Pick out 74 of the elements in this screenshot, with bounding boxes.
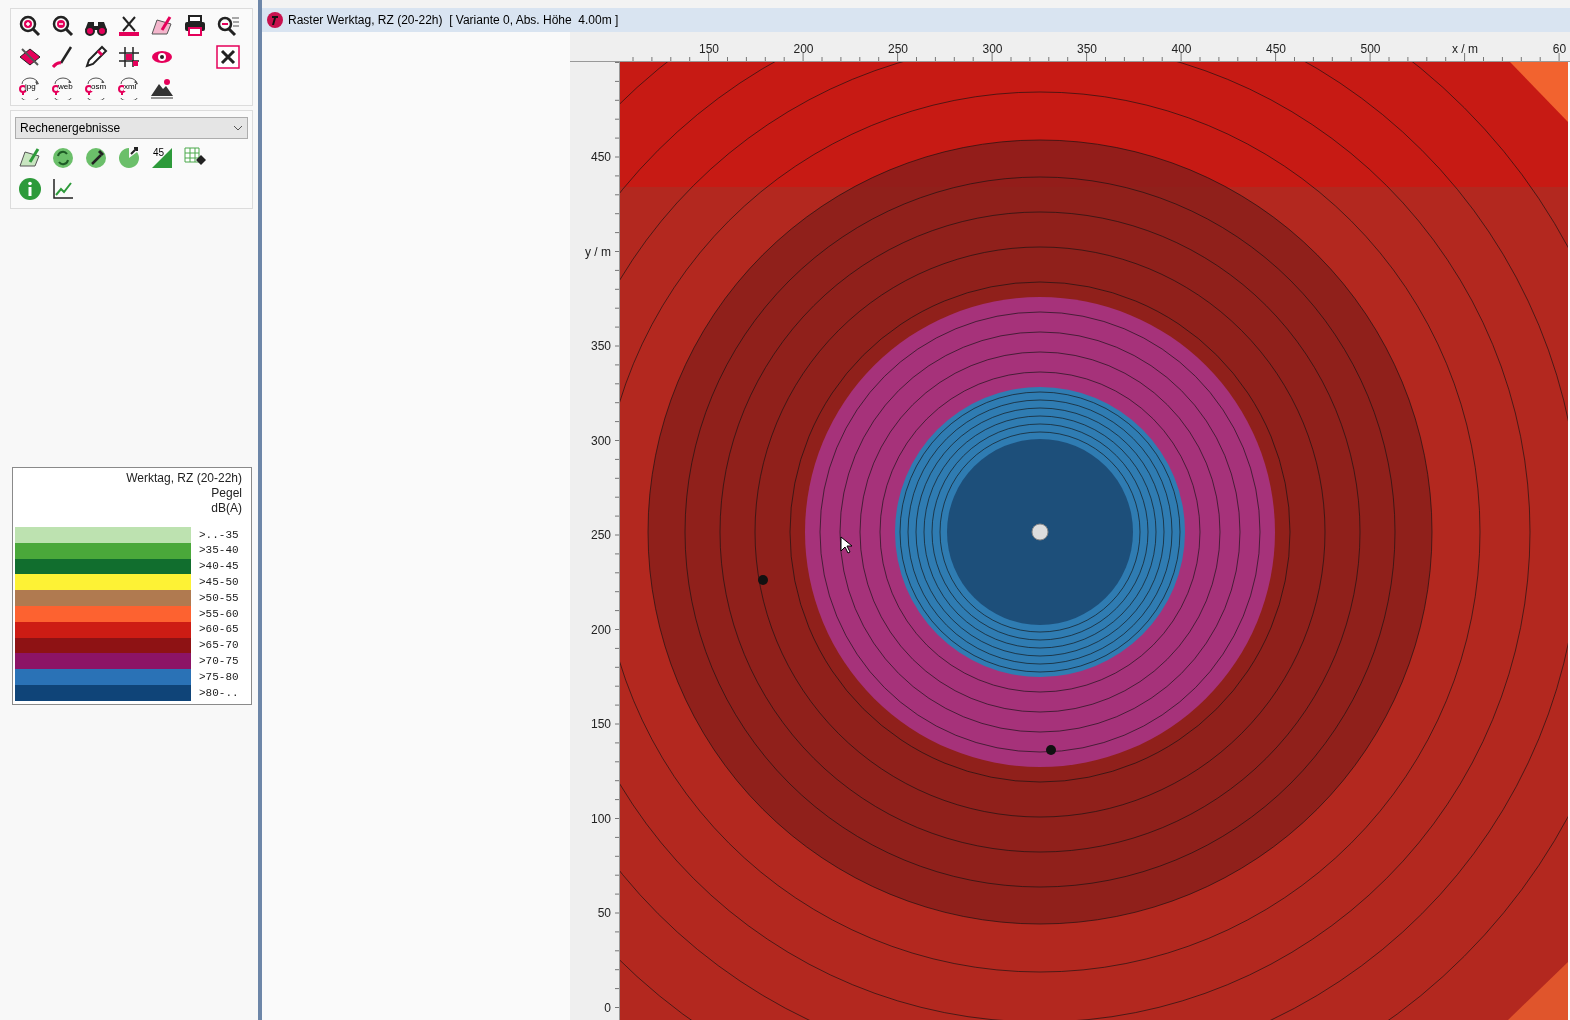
info-button[interactable] bbox=[17, 176, 43, 202]
export-button[interactable]: xml bbox=[116, 75, 142, 101]
tools-button[interactable] bbox=[215, 44, 241, 70]
slope-button[interactable]: 45 bbox=[149, 145, 175, 171]
refresh-button[interactable] bbox=[50, 145, 76, 171]
y-axis-label: y / m bbox=[585, 243, 611, 261]
legend-label: >35-40 bbox=[199, 543, 239, 559]
legend-label: >65-70 bbox=[199, 638, 239, 654]
export-button[interactable]: osm bbox=[83, 75, 109, 101]
legend-label: >45-50 bbox=[199, 575, 239, 591]
grid-button[interactable] bbox=[116, 44, 142, 70]
zoom-in-icon bbox=[18, 14, 42, 38]
chart-button[interactable] bbox=[50, 176, 76, 202]
pipette-icon bbox=[84, 146, 108, 170]
export-icon bbox=[18, 76, 42, 100]
edit-result-icon bbox=[18, 146, 42, 170]
legend-label: >80-.. bbox=[199, 685, 239, 701]
x-axis-label: 200 bbox=[793, 41, 814, 58]
app-logo-icon bbox=[267, 12, 283, 28]
y-axis-label: 350 bbox=[590, 338, 611, 355]
y-axis-label: 0 bbox=[604, 999, 611, 1017]
y-axis-label: 150 bbox=[590, 716, 611, 733]
legend-unit: dB(A) bbox=[211, 501, 243, 516]
pencil-icon bbox=[84, 45, 108, 69]
x-axis-label: 250 bbox=[888, 41, 908, 58]
legend-label: >70-75 bbox=[199, 654, 239, 670]
x-axis-label: 150 bbox=[699, 41, 719, 58]
zoom-out-icon bbox=[51, 14, 75, 38]
layer-dropdown[interactable]: Rechenergebnisse bbox=[15, 117, 248, 139]
slope-icon bbox=[150, 146, 174, 170]
y-axis-label: 100 bbox=[590, 810, 611, 828]
info-icon bbox=[18, 177, 42, 201]
pipette-button[interactable] bbox=[83, 145, 109, 171]
zoom-out-button[interactable] bbox=[50, 13, 76, 39]
zoom-list-icon bbox=[216, 14, 240, 38]
y-axis-label: 200 bbox=[590, 621, 611, 639]
x-axis-label: 400 bbox=[1171, 41, 1192, 58]
legend-quantity: Pegel bbox=[211, 486, 243, 501]
legend-label: >55-60 bbox=[199, 606, 239, 622]
x-axis-label: 60 bbox=[1552, 41, 1567, 58]
caret-icon bbox=[233, 125, 243, 131]
zoom-in-button[interactable] bbox=[17, 13, 43, 39]
legend-label: >50-55 bbox=[199, 590, 239, 606]
y-axis-label: 300 bbox=[590, 432, 611, 450]
pencil-button[interactable] bbox=[83, 44, 109, 70]
mouse-cursor-icon bbox=[840, 536, 852, 554]
legend-title: Werktag, RZ (20-22h) bbox=[126, 471, 243, 486]
measure-icon bbox=[117, 14, 141, 38]
brush-icon bbox=[51, 45, 75, 69]
legend-label: >75-80 bbox=[199, 669, 239, 685]
rotate-icon bbox=[117, 146, 141, 170]
export-button[interactable]: jpg bbox=[17, 75, 43, 101]
edit-area-icon bbox=[150, 14, 174, 38]
legend-label: >..-35 bbox=[199, 527, 239, 543]
x-axis-label: x / m bbox=[1452, 41, 1478, 58]
legend-label: >40-45 bbox=[199, 559, 239, 575]
print-button[interactable] bbox=[182, 13, 208, 39]
y-axis-label: 250 bbox=[590, 527, 611, 544]
x-axis-label: 350 bbox=[1077, 41, 1097, 58]
tools-icon bbox=[216, 45, 240, 69]
rotate-button[interactable] bbox=[116, 145, 142, 171]
landscape-icon bbox=[150, 76, 174, 100]
chart-icon bbox=[51, 177, 75, 201]
y-axis-label: 450 bbox=[590, 149, 611, 166]
export-button[interactable]: web bbox=[50, 75, 76, 101]
print-icon bbox=[183, 14, 207, 38]
x-axis-label: 500 bbox=[1360, 41, 1381, 58]
refresh-icon bbox=[51, 146, 75, 170]
x-axis-label: 450 bbox=[1266, 41, 1286, 58]
window-title: Raster Werktag, RZ (20-22h) [ Variante 0, Abs. Höhe 4.00m ] bbox=[288, 12, 619, 29]
legend-label: >60-65 bbox=[199, 622, 239, 638]
grid-icon bbox=[117, 45, 141, 69]
y-axis-label: 50 bbox=[597, 905, 611, 922]
x-axis-label: 300 bbox=[982, 41, 1003, 58]
